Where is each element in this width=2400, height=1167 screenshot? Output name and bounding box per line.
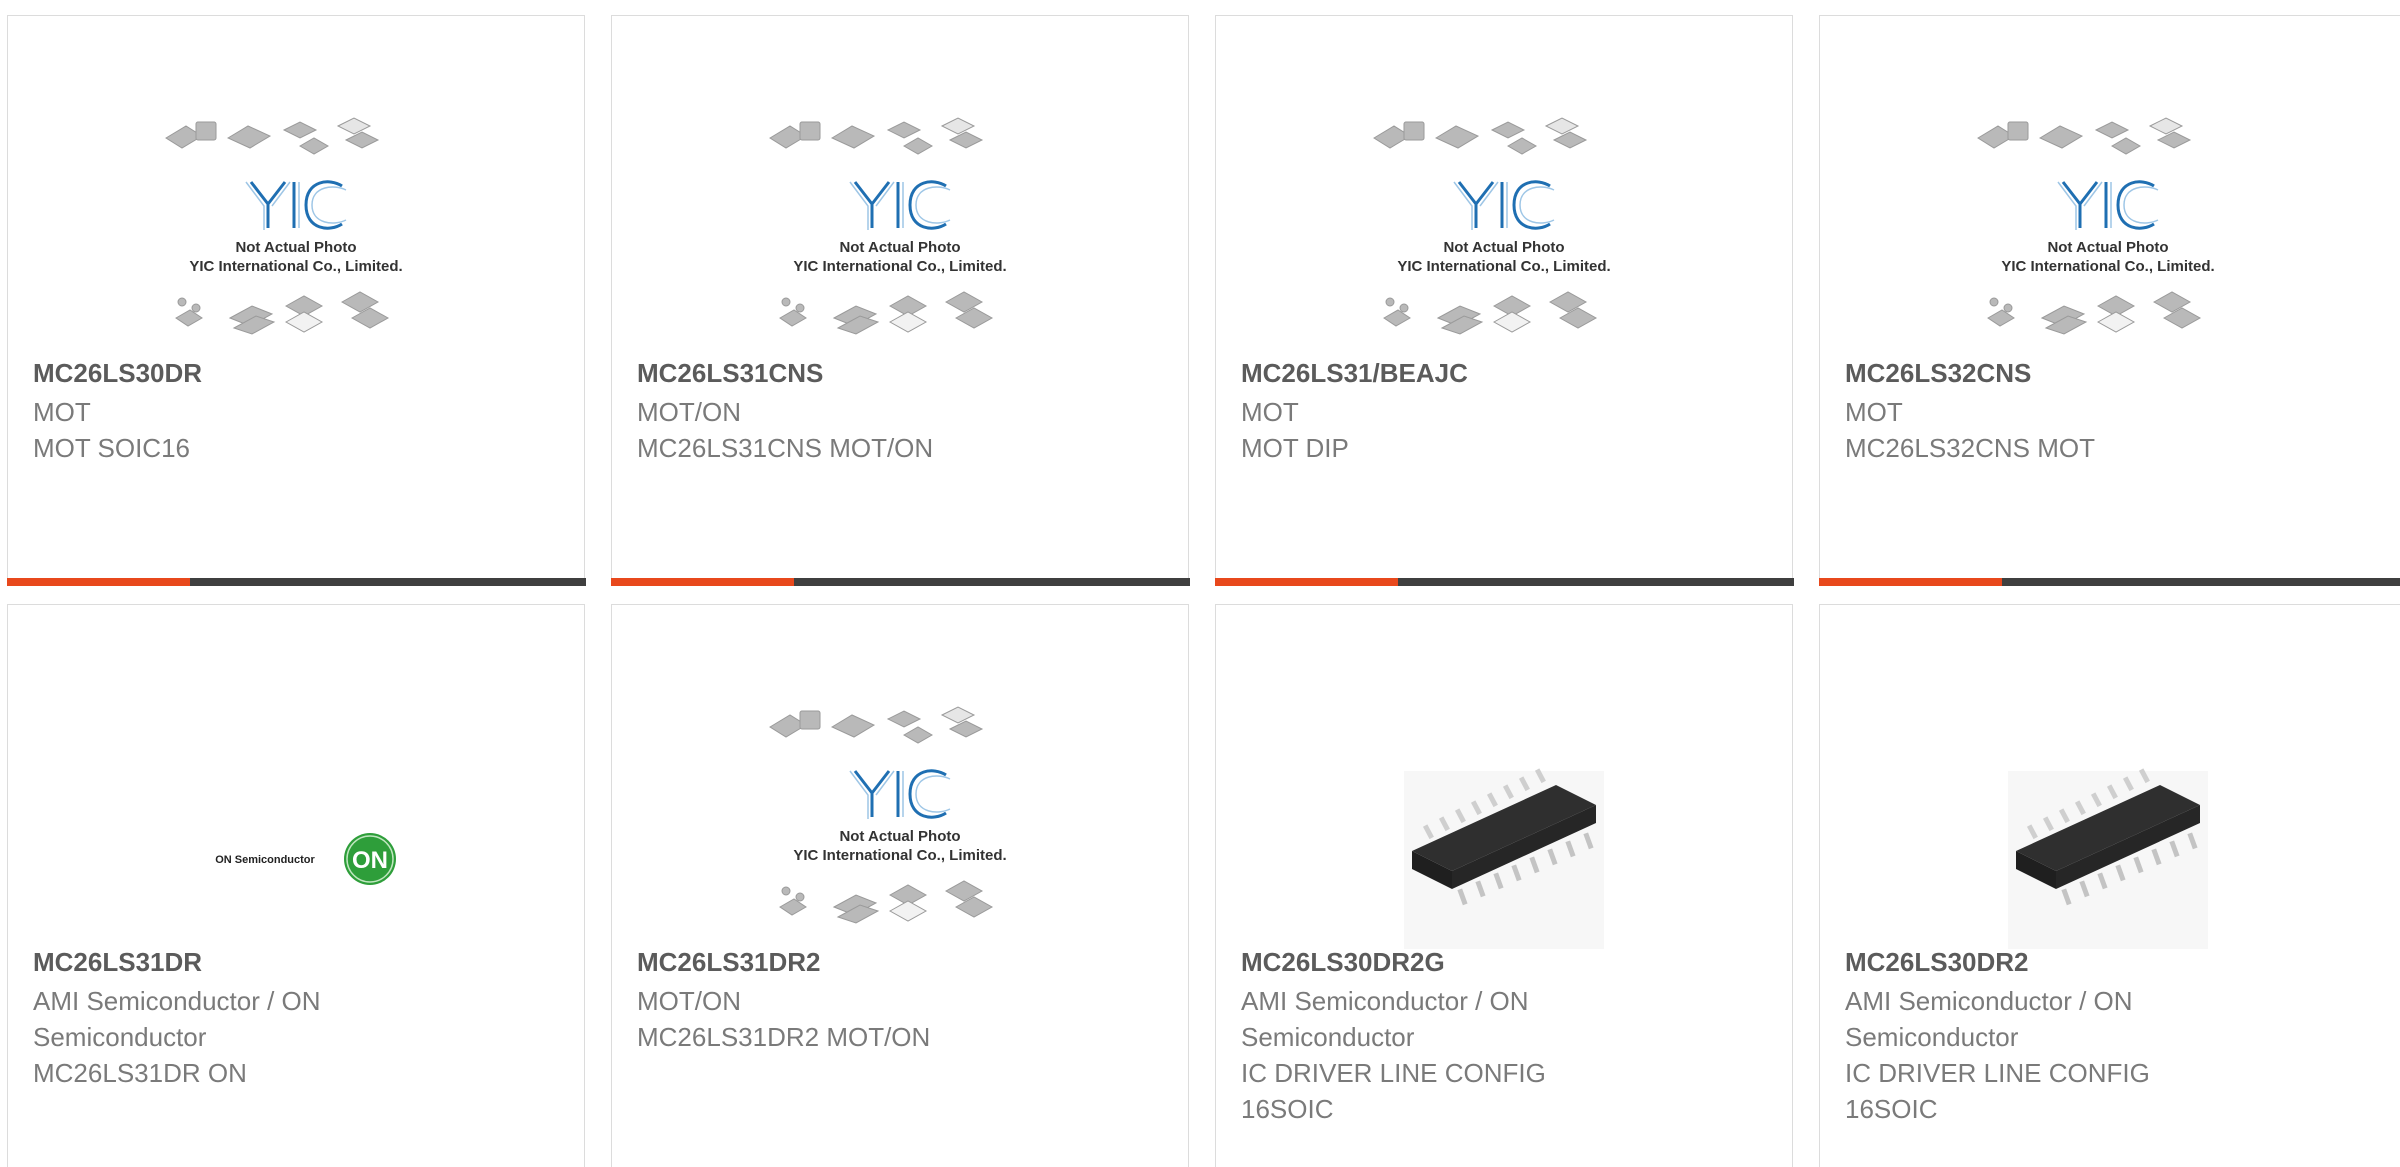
yic-placeholder-icon: Not Actual Photo YIC International Co., …	[165, 117, 403, 335]
product-image-placeholder[interactable]: Not Actual Photo YIC International Co., …	[1216, 96, 1792, 360]
product-image[interactable]	[1820, 685, 2396, 949]
product-card[interactable]: Not Actual Photo YIC International Co., …	[6, 15, 586, 586]
product-card[interactable]: Not Actual Photo YIC International Co., …	[610, 15, 1190, 586]
product-image[interactable]: ON Semiconductor ON	[8, 685, 584, 949]
placeholder-caption-1: Not Actual Photo	[2047, 239, 2168, 256]
card-accent-bar	[610, 577, 1190, 586]
description: MOT DIP	[1241, 433, 1349, 463]
manufacturer: MOT/ON	[637, 986, 741, 1016]
on-semiconductor-logo-icon: ON Semiconductor ON	[215, 833, 396, 885]
product-image[interactable]	[1216, 685, 1792, 949]
manufacturer: MOT/ON	[637, 397, 741, 427]
manufacturer: AMI Semiconductor / ON	[33, 986, 321, 1016]
description-continued: 16SOIC	[1241, 1094, 1334, 1124]
card-accent-bar	[1818, 577, 2400, 586]
description: MC26LS32CNS MOT	[1845, 433, 2095, 463]
product-card[interactable]: Not Actual Photo YIC International Co., …	[1818, 15, 2400, 586]
product-card[interactable]: Not Actual Photo YIC International Co., …	[1214, 15, 1794, 586]
yic-placeholder-icon: Not Actual Photo YIC International Co., …	[769, 117, 1007, 335]
product-card[interactable]: MC26LS30DR2G AMI Semiconductor / ON Semi…	[1215, 604, 1793, 1167]
part-number[interactable]: MC26LS30DR2G	[1241, 947, 1445, 978]
on-logo-badge-text: ON	[352, 847, 388, 874]
placeholder-caption-2: YIC International Co., Limited.	[793, 847, 1006, 864]
part-number[interactable]: MC26LS31DR	[33, 947, 202, 978]
product-card[interactable]: MC26LS30DR2 AMI Semiconductor / ON Semic…	[1819, 604, 2400, 1167]
part-number[interactable]: MC26LS31DR2	[637, 947, 821, 978]
product-image-placeholder[interactable]: Not Actual Photo YIC International Co., …	[1820, 96, 2396, 360]
yic-placeholder-icon: Not Actual Photo YIC International Co., …	[769, 706, 1007, 924]
part-number[interactable]: MC26LS31/BEAJC	[1241, 358, 1468, 389]
part-number[interactable]: MC26LS30DR	[33, 358, 202, 389]
product-card[interactable]: Not Actual Photo YIC International Co., …	[611, 604, 1189, 1167]
card-accent-segment	[1818, 577, 2002, 586]
manufacturer-continued: Semiconductor	[33, 1022, 207, 1052]
soic16-chip-icon	[1404, 768, 1604, 949]
card-accent-segment	[1214, 577, 1398, 586]
placeholder-caption-1: Not Actual Photo	[839, 239, 960, 256]
card-accent-segment	[6, 577, 190, 586]
manufacturer-continued: Semiconductor	[1241, 1022, 1415, 1052]
description: MOT SOIC16	[33, 433, 191, 463]
part-number[interactable]: MC26LS32CNS	[1845, 358, 2031, 389]
product-card[interactable]: ON Semiconductor ON MC26LS31DR AMI Semic…	[7, 604, 585, 1167]
description: MC26LS31DR2 MOT/ON	[637, 1022, 931, 1052]
on-logo-brand-text: ON Semiconductor	[215, 854, 315, 866]
description-continued: 16SOIC	[1845, 1094, 1938, 1124]
soic16-chip-icon	[2008, 768, 2208, 949]
description: MC26LS31CNS MOT/ON	[637, 433, 934, 463]
manufacturer: AMI Semiconductor / ON	[1845, 986, 2133, 1016]
description: MC26LS31DR ON	[33, 1058, 247, 1088]
card-accent-bar	[6, 577, 586, 586]
product-grid: Not Actual Photo YIC International Co., …	[0, 0, 2400, 1167]
description: IC DRIVER LINE CONFIG	[1845, 1058, 2150, 1088]
manufacturer: MOT	[33, 397, 91, 427]
manufacturer-continued: Semiconductor	[1845, 1022, 2019, 1052]
yic-placeholder-icon: Not Actual Photo YIC International Co., …	[1373, 117, 1611, 335]
product-image-placeholder[interactable]: Not Actual Photo YIC International Co., …	[8, 96, 584, 360]
placeholder-caption-1: Not Actual Photo	[1443, 239, 1564, 256]
manufacturer: MOT	[1241, 397, 1299, 427]
placeholder-caption-2: YIC International Co., Limited.	[793, 258, 1006, 275]
manufacturer: AMI Semiconductor / ON	[1241, 986, 1529, 1016]
part-number[interactable]: MC26LS31CNS	[637, 358, 823, 389]
placeholder-caption-1: Not Actual Photo	[235, 239, 356, 256]
card-accent-segment	[610, 577, 794, 586]
yic-placeholder-icon: Not Actual Photo YIC International Co., …	[1977, 117, 2215, 335]
part-number[interactable]: MC26LS30DR2	[1845, 947, 2029, 978]
product-image-placeholder[interactable]: Not Actual Photo YIC International Co., …	[612, 96, 1188, 360]
placeholder-caption-1: Not Actual Photo	[839, 828, 960, 845]
description: IC DRIVER LINE CONFIG	[1241, 1058, 1546, 1088]
placeholder-caption-2: YIC International Co., Limited.	[189, 258, 402, 275]
card-accent-bar	[1214, 577, 1794, 586]
product-image-placeholder[interactable]: Not Actual Photo YIC International Co., …	[612, 685, 1188, 949]
manufacturer: MOT	[1845, 397, 1903, 427]
placeholder-caption-2: YIC International Co., Limited.	[2001, 258, 2214, 275]
placeholder-caption-2: YIC International Co., Limited.	[1397, 258, 1610, 275]
